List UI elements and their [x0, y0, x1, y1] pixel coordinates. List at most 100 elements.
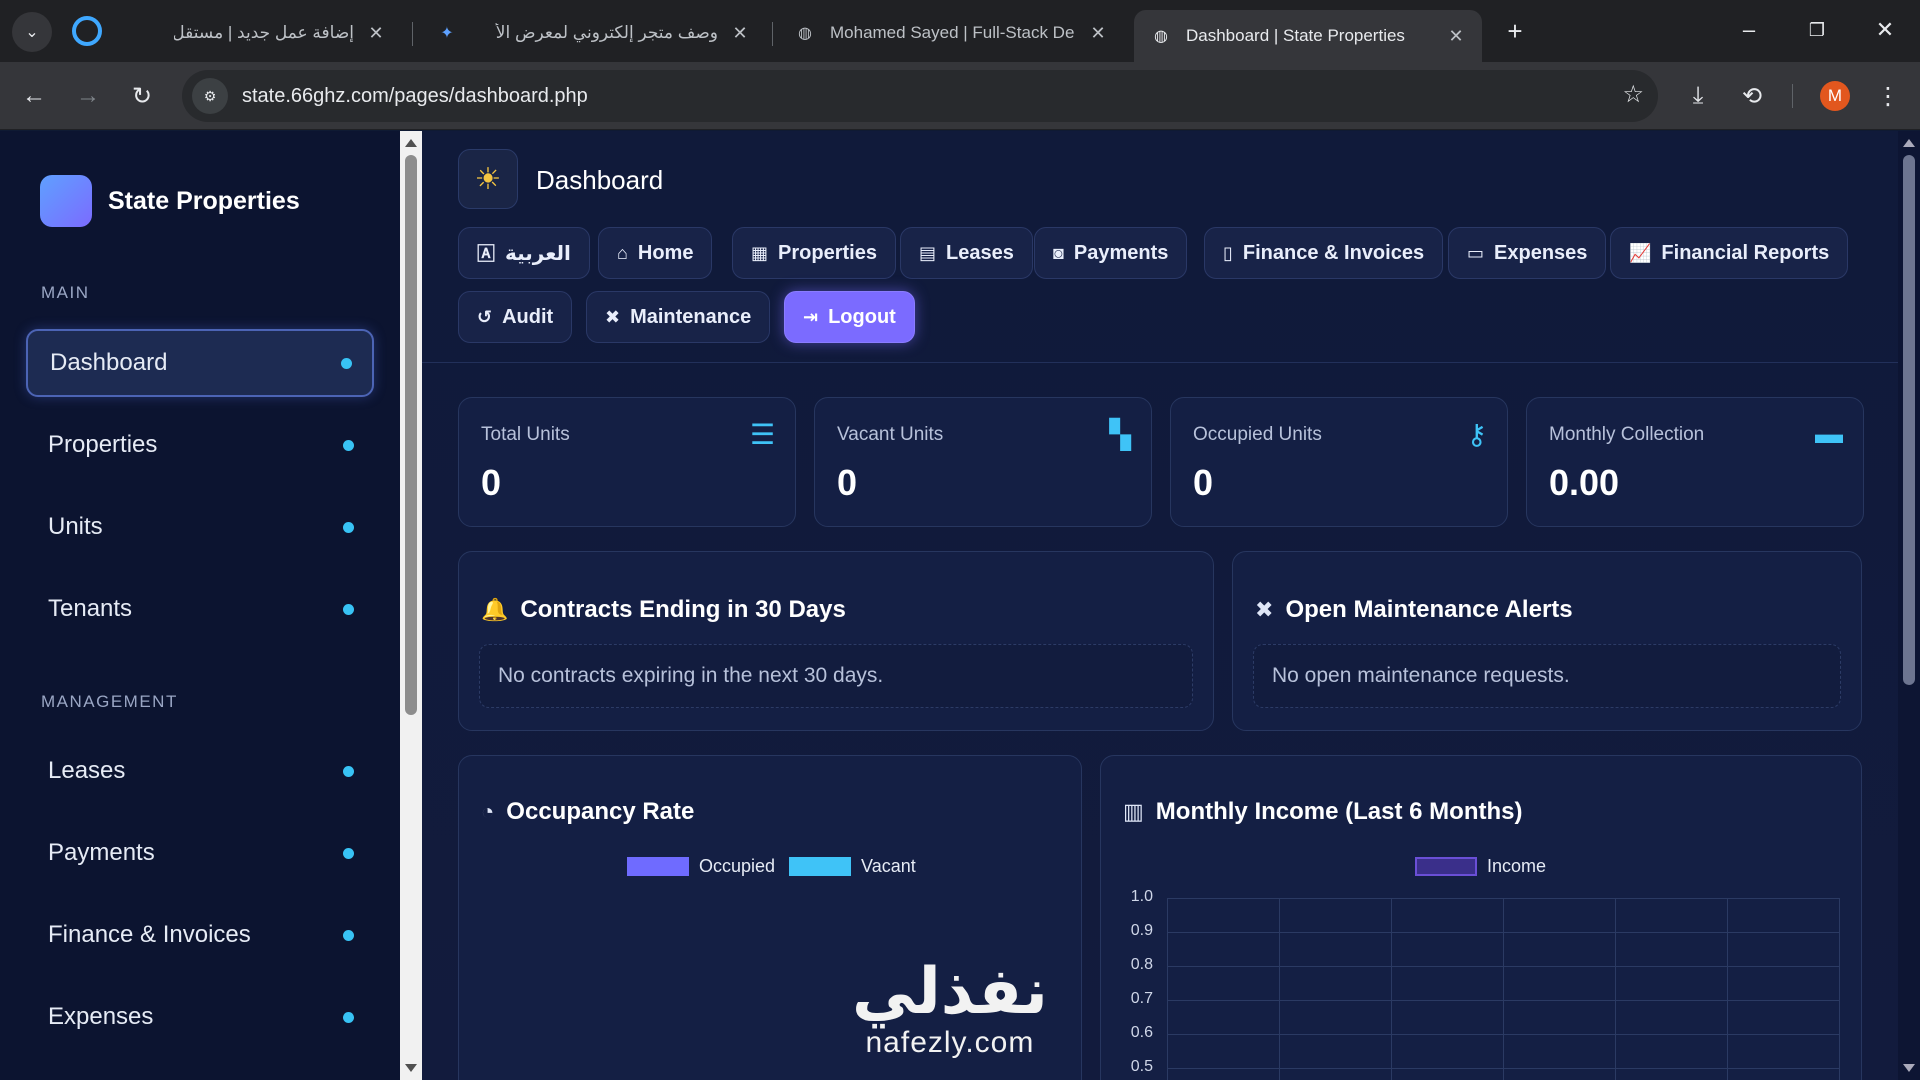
sidebar-item-label: Tenants — [48, 595, 133, 622]
nav-expenses[interactable]: ▭ Expenses — [1448, 227, 1607, 279]
wallet-icon: ▭ — [1467, 242, 1485, 263]
chart-monthly-income: ▥ Monthly Income (Last 6 Months) Income 1… — [1100, 755, 1862, 1080]
brand[interactable]: State Properties — [40, 175, 300, 227]
sidebar-item-properties[interactable]: Properties — [26, 411, 374, 479]
sidebar-item-finance-invoices[interactable]: Finance & Invoices — [26, 901, 374, 969]
nav-leases[interactable]: ▤ Leases — [900, 227, 1033, 279]
stat-card-vacant-units: Vacant Units 0 ▚ — [814, 397, 1152, 527]
chart-title-text: Occupancy Rate — [506, 798, 695, 825]
globe-icon: ◍ — [798, 25, 812, 42]
reload-button[interactable]: ↻ — [122, 76, 162, 116]
browser-tab-3[interactable]: ◍ Mohamed Sayed | Full-Stack De ✕ — [778, 10, 1124, 56]
layers-icon: ☰ — [749, 419, 775, 450]
history-icon[interactable]: ⟲ — [1732, 76, 1772, 116]
nav-language[interactable]: 🄰 العربية — [458, 227, 590, 279]
watermark-arabic: نفذلي — [852, 955, 1048, 1029]
close-icon[interactable]: ✕ — [730, 23, 750, 44]
minimize-button[interactable]: – — [1726, 10, 1772, 50]
panel-title: ✖ Open Maintenance Alerts — [1255, 596, 1573, 624]
scroll-down-icon[interactable] — [1903, 1064, 1915, 1072]
close-window-button[interactable]: ✕ — [1862, 10, 1908, 50]
empty-state: No open maintenance requests. — [1253, 644, 1841, 708]
bookmark-star-icon[interactable]: ☆ — [1622, 80, 1644, 109]
chart-line-icon: 📈 — [1629, 242, 1652, 263]
nav-financial-reports[interactable]: 📈 Financial Reports — [1610, 227, 1849, 279]
scrollbar-thumb[interactable] — [1903, 155, 1915, 685]
back-button[interactable]: ← — [14, 76, 54, 116]
scrollbar-thumb[interactable] — [405, 155, 417, 715]
sidebar-item-label: Leases — [48, 757, 126, 784]
y-tick-label: 0.9 — [1130, 922, 1153, 939]
tab-title: Mohamed Sayed | Full-Stack De — [830, 23, 1075, 42]
legend-label-vacant[interactable]: Vacant — [861, 856, 916, 877]
browser-tab-2[interactable]: ✦ وصف متجر إلكتروني لمعرض الأ ✕ — [420, 10, 766, 56]
scroll-up-icon[interactable] — [1903, 139, 1915, 147]
sun-logo-icon: ☀ — [458, 149, 518, 209]
close-icon[interactable]: ✕ — [1446, 26, 1466, 47]
building-icon: ▦ — [751, 242, 769, 263]
browser-tab-active[interactable]: ◍ Dashboard | State Properties ✕ — [1134, 10, 1482, 62]
nav-payments[interactable]: ◙ Payments — [1034, 227, 1188, 279]
chevron-down-icon: ⌄ — [25, 24, 39, 41]
chart-legend: Occupied Vacant — [627, 856, 916, 877]
menu-kebab-icon[interactable]: ⋮ — [1868, 76, 1908, 116]
nav-properties[interactable]: ▦ Properties — [732, 227, 896, 279]
stat-label: Occupied Units — [1193, 424, 1322, 445]
main-scrollbar[interactable] — [1898, 131, 1920, 1080]
download-icon[interactable]: ⤓ — [1678, 76, 1718, 116]
dot-indicator — [343, 521, 354, 533]
legend-label-occupied[interactable]: Occupied — [699, 856, 775, 877]
profile-avatar[interactable]: M — [1820, 81, 1850, 111]
new-tab-button[interactable]: + — [1498, 14, 1532, 48]
sidebar-item-payments[interactable]: Payments — [26, 819, 374, 887]
tab-title: إضافة عمل جديد | مستقل — [174, 23, 354, 42]
brand-name: State Properties — [108, 186, 300, 215]
sidebar-scrollbar[interactable] — [400, 131, 422, 1080]
nav-audit[interactable]: ↺ Audit — [458, 291, 573, 343]
chart-title: ◔ Occupancy Rate — [481, 798, 694, 826]
dot-indicator — [343, 765, 354, 777]
tab-search-button[interactable]: ⌄ — [12, 12, 52, 52]
legend-label-income[interactable]: Income — [1487, 856, 1546, 877]
y-tick-label: 0.8 — [1130, 956, 1153, 973]
sidebar: State Properties MAIN Dashboard Properti… — [0, 131, 400, 1080]
url-text[interactable]: state.66ghz.com/pages/dashboard.php — [242, 85, 588, 108]
scroll-down-icon[interactable] — [405, 1064, 417, 1072]
wallet-icon: ▬ — [1815, 418, 1843, 449]
address-bar[interactable]: ⚙ state.66ghz.com/pages/dashboard.php ☆ — [182, 70, 1658, 122]
sidebar-item-expenses[interactable]: Expenses — [26, 983, 374, 1051]
close-icon[interactable]: ✕ — [366, 23, 386, 44]
forward-button[interactable]: → — [68, 76, 108, 116]
door-open-icon: ▚ — [1109, 419, 1131, 450]
sidebar-item-label: Properties — [48, 431, 158, 458]
nav-maintenance[interactable]: ✖ Maintenance — [586, 291, 771, 343]
sidebar-item-tenants[interactable]: Tenants — [26, 575, 374, 643]
sidebar-item-dashboard[interactable]: Dashboard — [26, 329, 374, 397]
nav-home[interactable]: ⌂ Home — [598, 227, 713, 279]
scroll-up-icon[interactable] — [405, 139, 417, 147]
nav-finance-invoices[interactable]: ▯ Finance & Invoices — [1204, 227, 1444, 279]
panel-title-text: Open Maintenance Alerts — [1285, 596, 1573, 623]
sidebar-item-leases[interactable]: Leases — [26, 737, 374, 805]
stat-label: Vacant Units — [837, 424, 944, 445]
sidebar-item-units[interactable]: Units — [26, 493, 374, 561]
nav-label: Finance & Invoices — [1242, 241, 1425, 264]
dot-indicator — [343, 603, 354, 615]
tab-title: Dashboard | State Properties — [1186, 26, 1405, 45]
gridline — [1615, 898, 1616, 1080]
browser-tab-1[interactable]: إضافة عمل جديد | مستقل ✕ — [158, 10, 402, 56]
stat-value: 0 — [481, 462, 502, 503]
main-content: ☀ Dashboard 🄰 العربية ⌂ Home ▦ Properties ▤… — [422, 131, 1898, 1080]
restore-button[interactable]: ❐ — [1794, 10, 1840, 50]
watermark-url: nafezly.com — [865, 1026, 1035, 1059]
language-icon: 🄰 — [477, 244, 495, 264]
logout-button[interactable]: ⇥ Logout — [784, 291, 915, 343]
globe-icon: ◍ — [1154, 28, 1168, 45]
gridline — [1391, 898, 1392, 1080]
money-icon: ◙ — [1053, 242, 1064, 263]
close-icon[interactable]: ✕ — [1088, 23, 1108, 44]
legend-swatch-occupied — [627, 857, 689, 876]
site-settings-icon[interactable]: ⚙ — [192, 78, 228, 114]
stat-label: Total Units — [481, 424, 570, 445]
invoice-icon: ▯ — [1223, 242, 1233, 263]
